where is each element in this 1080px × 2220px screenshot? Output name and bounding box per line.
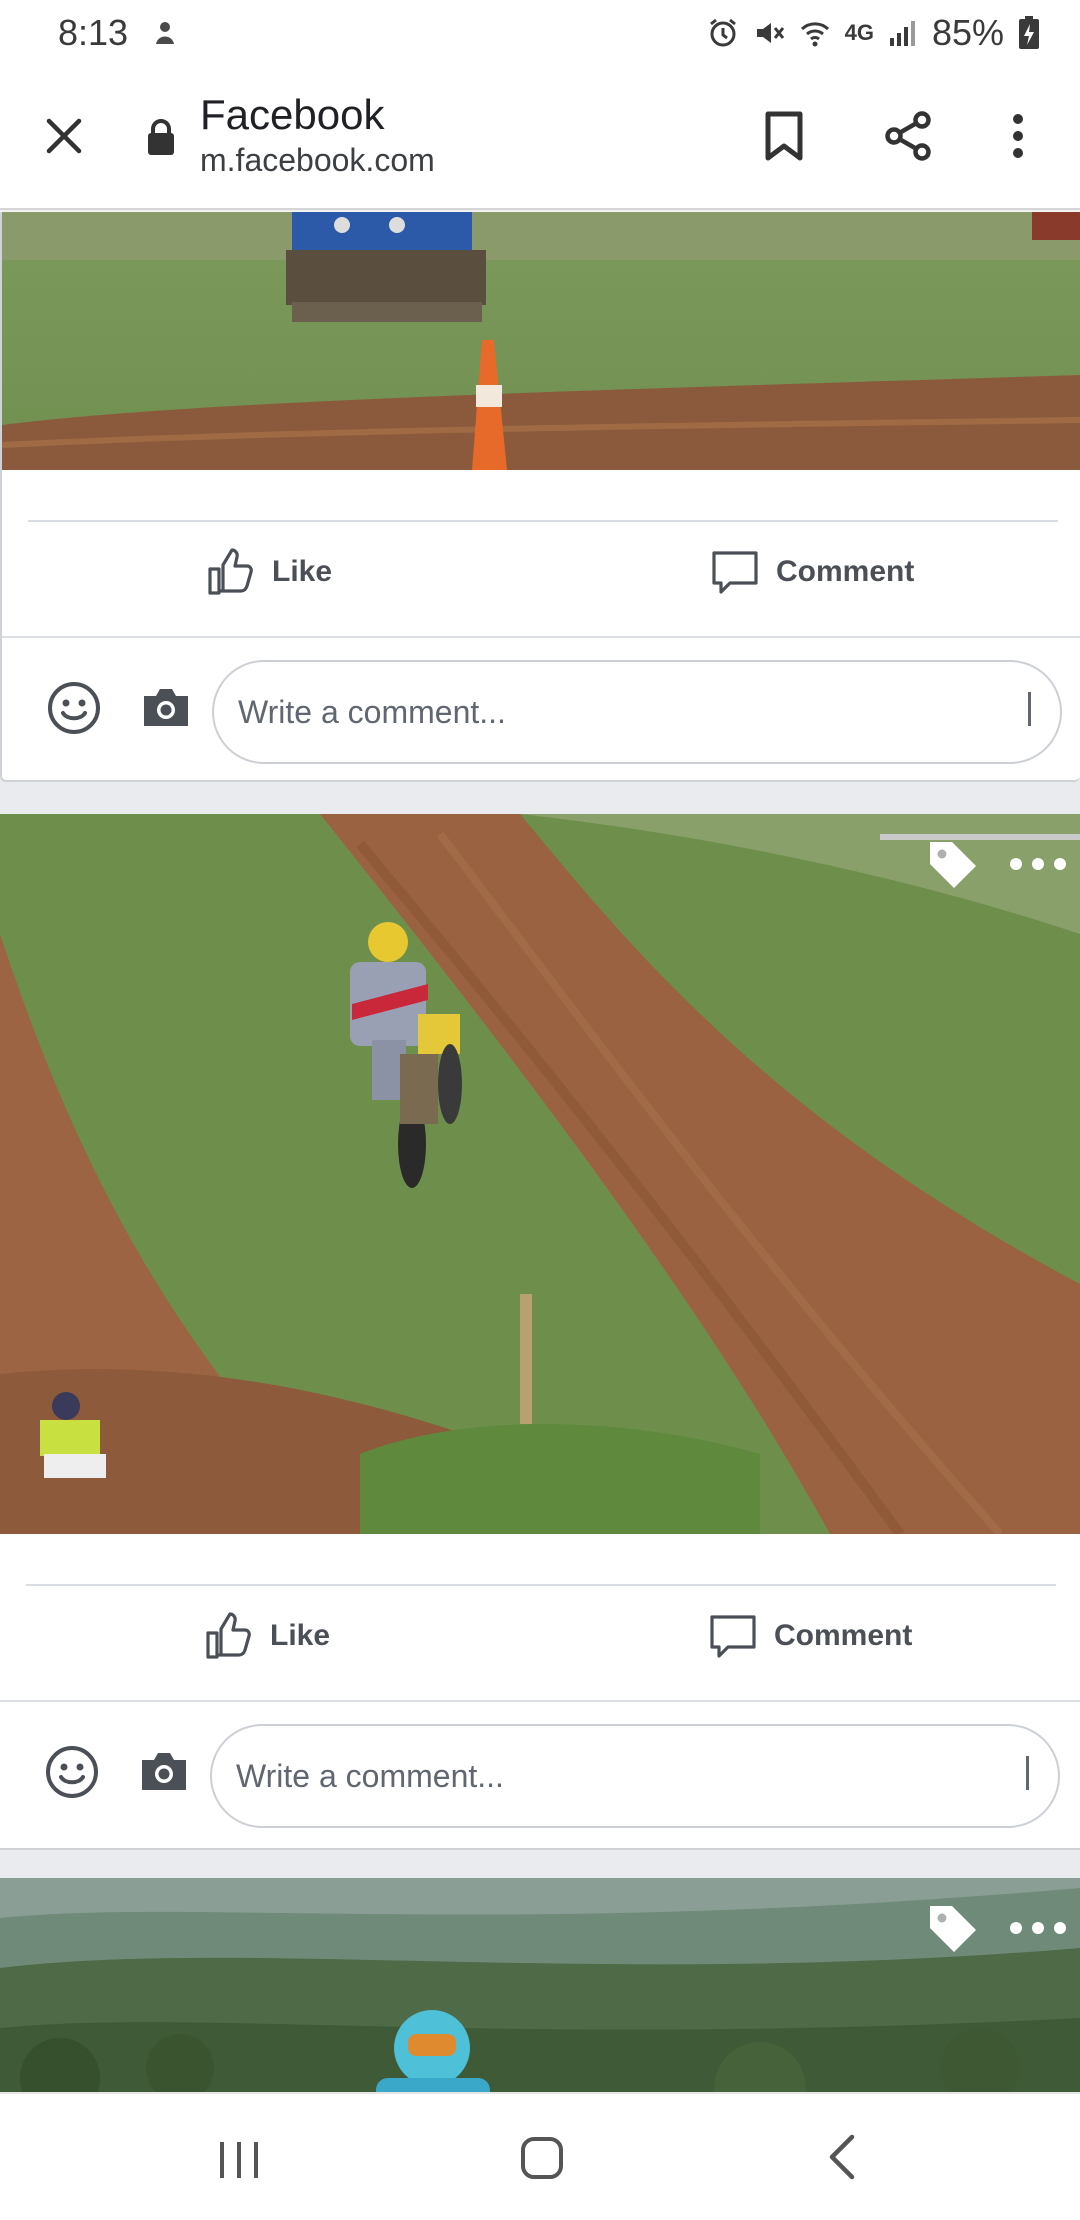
- comment-composer: [0, 1714, 1080, 1830]
- separator: [0, 1700, 1080, 1702]
- recents-icon[interactable]: [218, 2140, 260, 2180]
- alarm-icon: [709, 18, 736, 47]
- bookmark-icon: [765, 111, 803, 161]
- share-icon: [885, 111, 931, 161]
- battery-charging-icon: [1019, 16, 1039, 49]
- mute-icon: [756, 23, 784, 43]
- photo-motocross-jump: [0, 814, 1080, 1534]
- photo-more-button[interactable]: [1010, 844, 1066, 884]
- share-button[interactable]: [878, 106, 938, 166]
- comment-icon: [712, 551, 758, 594]
- tag-icon[interactable]: [924, 1900, 982, 1958]
- like-button[interactable]: Like: [206, 522, 332, 622]
- post-photo[interactable]: [0, 1878, 1080, 2092]
- tag-icon[interactable]: [924, 836, 982, 894]
- more-options-button[interactable]: [996, 106, 1040, 166]
- like-button[interactable]: Like: [204, 1586, 330, 1686]
- comment-button[interactable]: Comment: [710, 522, 914, 622]
- post-card: Like Comment: [0, 814, 1080, 1850]
- more-dot: [1054, 1922, 1066, 1934]
- post-actions: Like Comment: [2, 522, 1080, 622]
- status-icons: 4G 85%: [707, 12, 1040, 54]
- like-icon: [206, 1612, 251, 1659]
- browser-toolbar: Facebook m.facebook.com: [0, 66, 1080, 210]
- more-dot: [1010, 1922, 1022, 1934]
- comment-composer: [2, 650, 1080, 766]
- photo-tractor-track: [2, 212, 1080, 470]
- emoji-icon[interactable]: [44, 1744, 100, 1800]
- system-nav-bar: [0, 2092, 1080, 2220]
- news-feed[interactable]: Like Comment Write a comment... Like Com…: [0, 212, 1080, 2092]
- bookmark-button[interactable]: [756, 106, 812, 166]
- comment-label: Comment: [774, 1619, 913, 1652]
- comment-label: Comment: [776, 555, 915, 588]
- post-photo[interactable]: [2, 212, 1080, 470]
- like-icon: [208, 548, 253, 595]
- lock-icon: [148, 119, 174, 155]
- like-label: Like: [270, 1619, 331, 1652]
- post-photo[interactable]: [0, 814, 1080, 1534]
- post-card: Like Comment: [0, 212, 1080, 782]
- signal-icon: [889, 21, 915, 46]
- comment-input[interactable]: [210, 1724, 1060, 1828]
- back-icon[interactable]: [826, 2134, 856, 2180]
- page-title: Facebook: [200, 91, 385, 138]
- text-caret: [1028, 692, 1031, 726]
- more-dot: [1032, 858, 1044, 870]
- separator: [2, 636, 1080, 638]
- like-label: Like: [272, 555, 333, 588]
- photo-rider-hills: [0, 1878, 1080, 2092]
- text-caret: [1026, 1756, 1029, 1790]
- emoji-icon[interactable]: [46, 680, 102, 736]
- home-icon[interactable]: [520, 2136, 564, 2180]
- comment-input[interactable]: [212, 660, 1062, 764]
- wifi-calling-icon: [800, 22, 829, 47]
- page-info[interactable]: Facebook m.facebook.com: [200, 90, 435, 180]
- network-type: 4G: [844, 20, 874, 45]
- photo-more-button[interactable]: [1010, 1908, 1066, 1948]
- more-vert-icon: [1013, 114, 1023, 158]
- battery-percent: 85%: [931, 12, 1004, 53]
- notification-app-icon: [156, 22, 175, 44]
- more-dot: [1032, 1922, 1044, 1934]
- status-time: 8:13: [58, 12, 129, 53]
- close-button[interactable]: [38, 110, 90, 162]
- post-card: [0, 1878, 1080, 2092]
- page-url: m.facebook.com: [200, 142, 435, 178]
- more-dot: [1010, 858, 1022, 870]
- post-actions: Like Comment: [0, 1586, 1080, 1686]
- comment-button[interactable]: Comment: [708, 1586, 912, 1686]
- status-bar: 8:13 4G 85%: [0, 0, 1080, 66]
- more-dot: [1054, 858, 1066, 870]
- camera-icon[interactable]: [140, 684, 192, 730]
- camera-icon[interactable]: [138, 1748, 190, 1794]
- comment-icon: [710, 1615, 756, 1658]
- close-icon: [46, 118, 82, 154]
